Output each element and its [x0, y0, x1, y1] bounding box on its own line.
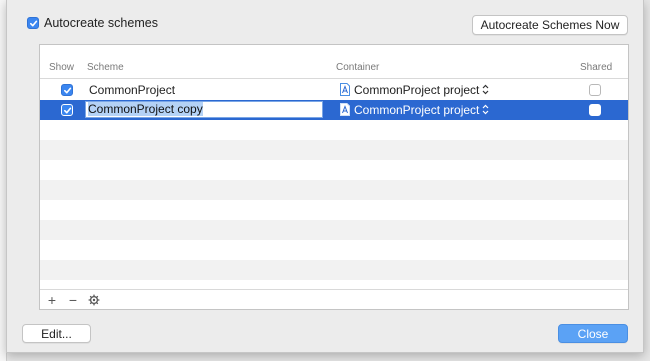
show-checkbox[interactable]: [61, 84, 73, 96]
chevron-updown-icon: [482, 104, 489, 115]
chevron-updown-icon: [482, 84, 489, 95]
shared-checkbox[interactable]: [589, 104, 601, 116]
empty-row: [40, 180, 628, 200]
manage-schemes-sheet: Autocreate schemes Autocreate Schemes No…: [6, 0, 644, 353]
scheme-name-input[interactable]: CommonProject copy: [85, 101, 323, 118]
autocreate-schemes-option[interactable]: Autocreate schemes: [27, 16, 158, 30]
header-show[interactable]: Show: [49, 62, 74, 73]
minus-icon[interactable]: −: [65, 292, 81, 308]
container-label: CommonProject project: [354, 103, 480, 117]
schemes-table: Show Scheme Container Shared CommonProje…: [39, 44, 629, 310]
scheme-name-selected-text: CommonProject copy: [88, 102, 203, 116]
header-container[interactable]: Container: [336, 62, 379, 73]
table-footer: + −: [40, 289, 628, 309]
autocreate-checkbox[interactable]: [27, 17, 39, 29]
edit-button[interactable]: Edit...: [22, 324, 91, 343]
table-row-selected[interactable]: CommonProject copy CommonProject project: [40, 100, 628, 120]
xcode-project-icon: [340, 103, 350, 116]
close-button[interactable]: Close: [558, 324, 628, 343]
empty-row: [40, 260, 628, 280]
shared-checkbox[interactable]: [589, 84, 601, 96]
xcode-project-icon: [340, 83, 350, 96]
table-header: Show Scheme Container Shared: [40, 45, 628, 79]
gear-icon[interactable]: [86, 292, 102, 308]
plus-icon[interactable]: +: [44, 292, 60, 308]
autocreate-label: Autocreate schemes: [44, 16, 158, 30]
table-row[interactable]: CommonProject CommonProject project: [40, 80, 628, 100]
checkmark-icon: [63, 107, 71, 113]
container-popup[interactable]: CommonProject project: [340, 103, 489, 117]
container-popup[interactable]: CommonProject project: [340, 83, 489, 97]
header-shared[interactable]: Shared: [580, 62, 612, 73]
show-checkbox[interactable]: [61, 104, 73, 116]
checkmark-icon: [29, 20, 37, 26]
autocreate-schemes-now-button[interactable]: Autocreate Schemes Now: [472, 15, 628, 35]
scheme-name[interactable]: CommonProject: [89, 83, 175, 97]
empty-row: [40, 140, 628, 160]
checkmark-icon: [63, 87, 71, 93]
empty-row: [40, 220, 628, 240]
header-scheme[interactable]: Scheme: [87, 62, 124, 73]
container-label: CommonProject project: [354, 83, 480, 97]
gear-icon-glyph: [88, 294, 100, 306]
